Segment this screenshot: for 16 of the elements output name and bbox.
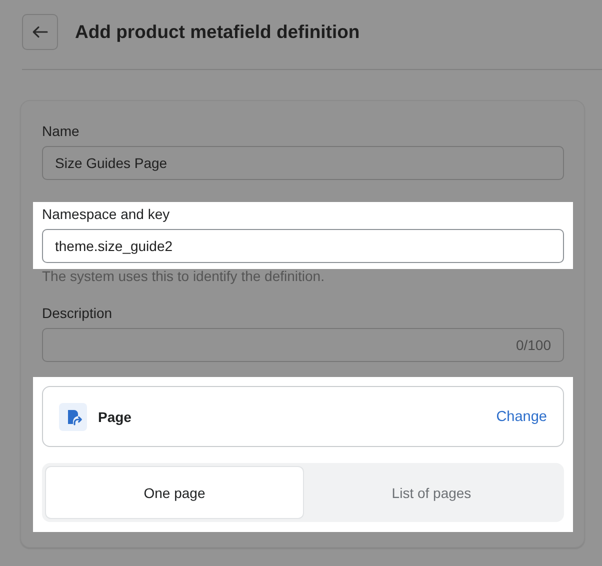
field-label: Namespace and key — [42, 206, 171, 223]
text-field[interactable]: Size Guides Page — [42, 146, 564, 180]
field-label: Name — [42, 123, 80, 140]
segment-option[interactable]: One page — [46, 467, 303, 518]
type-name: Page — [98, 408, 132, 424]
segment-option[interactable]: List of pages — [303, 467, 560, 518]
help-text: The system uses this to identify the definition. — [42, 268, 326, 285]
text-field[interactable]: theme.size_guide2 — [42, 229, 564, 263]
change-link[interactable]: Change — [496, 408, 547, 424]
page-icon — [59, 402, 87, 430]
back-button[interactable] — [22, 14, 58, 50]
back-arrow-icon — [32, 26, 48, 38]
page-title: Add product metafield definition — [75, 21, 360, 43]
character-count: 0/100 — [516, 337, 551, 353]
field-label: Description — [42, 305, 114, 322]
description-field[interactable]: 0/100 — [42, 328, 564, 362]
